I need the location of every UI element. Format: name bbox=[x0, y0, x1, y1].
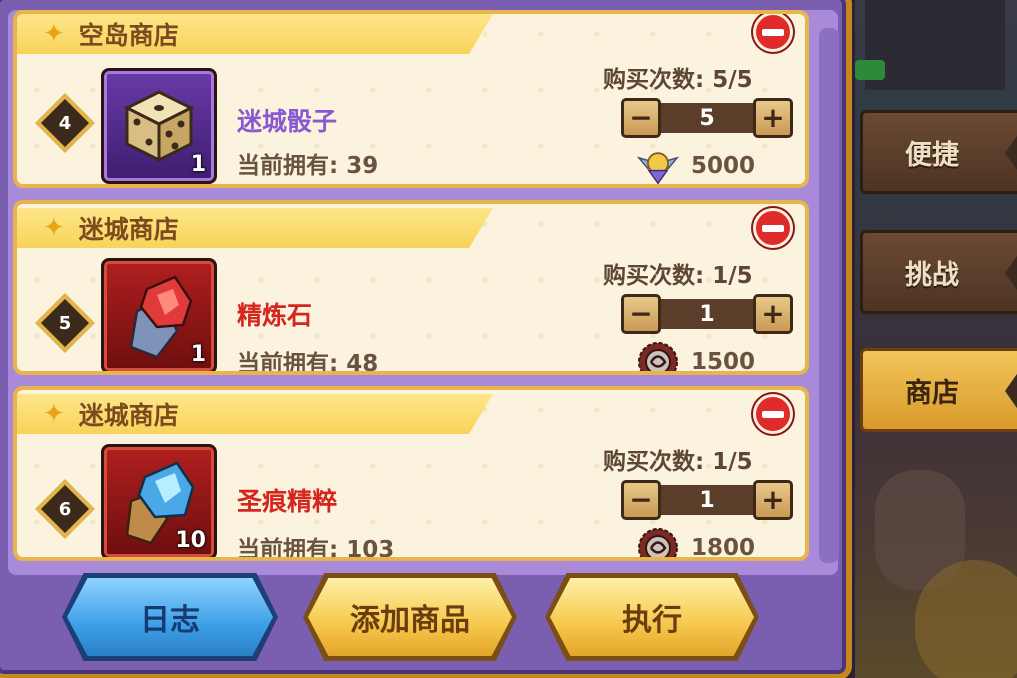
purchase-count: 购买次数: 5/5 bbox=[603, 60, 753, 94]
item-slot[interactable]: 10 bbox=[101, 444, 217, 557]
stepper-value[interactable]: 1 bbox=[661, 299, 753, 329]
game-scene-background bbox=[855, 0, 1017, 678]
item-quantity: 10 bbox=[175, 528, 206, 553]
purchase-count-label: 购买次数: bbox=[603, 263, 705, 289]
remove-button[interactable] bbox=[753, 14, 793, 52]
item-name: 精炼石 bbox=[237, 301, 313, 330]
tab-label: 挑战 bbox=[905, 259, 959, 291]
quantity-stepper: − 1 + bbox=[621, 294, 793, 334]
item-slot[interactable]: 1 bbox=[101, 258, 217, 371]
list-item: ✦ 空岛商店 4 1 迷城骰子 当前拥有: 39 购买次数: 5/5 − 5 +… bbox=[13, 10, 809, 188]
log-button[interactable]: 日志 bbox=[62, 573, 278, 661]
shop-name: 迷城商店 bbox=[78, 401, 179, 430]
add-item-button-label: 添加商品 bbox=[350, 603, 470, 638]
owned-count: 当前拥有: 39 bbox=[237, 146, 378, 180]
owned-label: 当前拥有: bbox=[237, 153, 339, 179]
item-quantity: 1 bbox=[190, 342, 206, 367]
bottle-cap-coin-icon bbox=[637, 527, 679, 557]
decrement-button[interactable]: − bbox=[621, 98, 661, 138]
owned-value: 39 bbox=[346, 153, 379, 179]
add-item-button[interactable]: 添加商品 bbox=[303, 573, 517, 661]
log-button-label: 日志 bbox=[140, 603, 200, 638]
owned-value: 103 bbox=[346, 537, 395, 561]
list-item: ✦ 迷城商店 6 10 圣痕精粹 当前拥有: 103 购买次数: 1/5 − 1 bbox=[13, 386, 809, 561]
tab-challenge[interactable]: 挑战 bbox=[860, 230, 1017, 314]
owned-label: 当前拥有: bbox=[237, 351, 339, 375]
increment-button[interactable]: + bbox=[753, 98, 793, 138]
owned-count: 当前拥有: 103 bbox=[237, 530, 395, 561]
item-name: 圣痕精粹 bbox=[237, 487, 338, 516]
star-icon: ✦ bbox=[43, 213, 65, 243]
tab-label: 商店 bbox=[905, 377, 959, 409]
tab-label: 便捷 bbox=[905, 139, 959, 171]
shop-name: 空岛商店 bbox=[78, 21, 179, 50]
tab-convenience[interactable]: 便捷 bbox=[860, 110, 1017, 194]
bottle-cap-coin-icon bbox=[637, 341, 679, 371]
star-icon: ✦ bbox=[43, 399, 65, 429]
shop-header: ✦ 迷城商店 bbox=[17, 208, 493, 248]
shop-header: ✦ 迷城商店 bbox=[17, 394, 493, 434]
quantity-stepper: − 1 + bbox=[621, 480, 793, 520]
purchase-count-value: 1/5 bbox=[712, 449, 753, 475]
decrement-button[interactable]: − bbox=[621, 480, 661, 520]
index-number: 5 bbox=[58, 312, 72, 334]
quantity-stepper: − 5 + bbox=[621, 98, 793, 138]
purchase-count: 购买次数: 1/5 bbox=[603, 256, 753, 290]
price-amount: 1800 bbox=[691, 535, 756, 561]
item-name: 迷城骰子 bbox=[237, 107, 338, 136]
increment-button[interactable]: + bbox=[753, 294, 793, 334]
index-number: 4 bbox=[58, 112, 72, 134]
execute-button[interactable]: 执行 bbox=[545, 573, 759, 661]
remove-button[interactable] bbox=[753, 208, 793, 248]
increment-button[interactable]: + bbox=[753, 480, 793, 520]
remove-button[interactable] bbox=[753, 394, 793, 434]
item-slot[interactable]: 1 bbox=[101, 68, 217, 184]
winged-gold-badge-icon bbox=[637, 145, 679, 184]
scrollbar[interactable] bbox=[819, 28, 839, 563]
owned-count: 当前拥有: 48 bbox=[237, 344, 379, 375]
shop-header: ✦ 空岛商店 bbox=[17, 14, 493, 54]
purchase-count-value: 1/5 bbox=[712, 263, 753, 289]
owned-label: 当前拥有: bbox=[237, 537, 339, 561]
price-amount: 5000 bbox=[691, 153, 756, 179]
stepper-value[interactable]: 1 bbox=[661, 485, 753, 515]
dice-icon bbox=[123, 90, 195, 163]
owned-value: 48 bbox=[346, 351, 379, 375]
price: 1500 bbox=[637, 341, 756, 375]
star-icon: ✦ bbox=[43, 19, 65, 49]
red-crystal-icon bbox=[129, 275, 193, 359]
purchase-count: 购买次数: 1/5 bbox=[603, 442, 753, 476]
price-amount: 1500 bbox=[691, 349, 756, 375]
purchase-count-label: 购买次数: bbox=[603, 67, 705, 93]
list-item: ✦ 迷城商店 5 1 精炼石 当前拥有: 48 购买次数: 1/5 − 1 + bbox=[13, 200, 809, 375]
purchase-count-label: 购买次数: bbox=[603, 449, 705, 475]
price: 5000 bbox=[637, 145, 756, 184]
shop-name: 迷城商店 bbox=[78, 215, 179, 244]
tab-shop[interactable]: 商店 bbox=[860, 348, 1017, 432]
price: 1800 bbox=[637, 527, 756, 561]
execute-button-label: 执行 bbox=[622, 603, 682, 638]
index-number: 6 bbox=[58, 498, 72, 520]
decrement-button[interactable]: − bbox=[621, 294, 661, 334]
purchase-count-value: 5/5 bbox=[712, 67, 753, 93]
item-quantity: 1 bbox=[190, 152, 206, 177]
stepper-value[interactable]: 5 bbox=[661, 103, 753, 133]
